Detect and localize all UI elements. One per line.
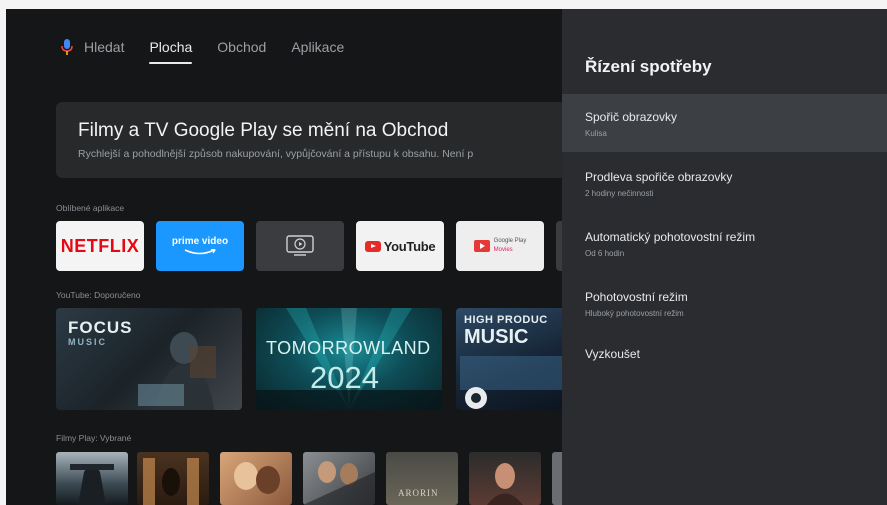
app-tile-prime-video[interactable]: prime video [156,221,244,271]
poster-figure [303,461,375,505]
setting-label: Automatický pohotovostní režim [585,230,756,244]
microphone-icon[interactable] [60,38,74,56]
video-card-tomorrowland[interactable]: TOMORROWLAND 2024 [256,308,442,410]
gplay-label-2: Movies [493,247,513,253]
top-nav: Hledat Plocha Obchod Aplikace [60,38,369,64]
power-settings-panel: Řízení spotřeby Spořič obrazovky Kulisa … [562,9,887,505]
poster-figure [234,462,280,494]
app-tile-google-play-movies[interactable]: Google Play Movies [456,221,544,271]
setting-try-it[interactable]: Vyzkoušet [562,332,887,376]
app-tile-youtube[interactable]: YouTube [356,221,444,271]
setting-standby-mode[interactable]: Pohotovostní režim Hluboký pohotovostní … [562,272,887,332]
video-title-line2: 2024 [310,360,379,395]
setting-value: Od 6 hodin [585,249,625,258]
youtube-recommended-label: YouTube: Doporučeno [56,290,141,300]
favorite-apps-label: Oblíbené aplikace [56,203,125,213]
setting-value: Hluboký pohotovostní režim [585,309,684,318]
prime-video-logo: prime video [171,236,229,247]
poster-figure [70,464,114,505]
poster-figure [143,458,199,505]
headphones-graphic [460,356,566,409]
poster-figure [487,463,523,505]
setting-screensaver[interactable]: Spořič obrazovky Kulisa [562,94,887,152]
setting-value: Kulisa [585,129,607,138]
video-title-line1: HIGH PRODUC [464,314,548,326]
setting-screensaver-delay[interactable]: Prodleva spořiče obrazovky 2 hodiny neči… [562,152,887,212]
youtube-logo: YouTube [364,238,436,254]
video-card-focus-music[interactable]: FOCUS MUSIC [56,308,242,410]
banner-title: Filmy a TV Google Play se mění na Obchod [78,120,449,141]
movie-poster[interactable] [303,452,375,505]
prime-smile-icon [184,249,216,255]
setting-auto-standby[interactable]: Automatický pohotovostní režim Od 6 hodi… [562,212,887,272]
tab-obchod[interactable]: Obchod [217,39,266,55]
app-tile-live-tv[interactable] [256,221,344,271]
banner-subtitle: Rychlejší a pohodlnější způsob nakupován… [78,148,474,160]
movie-poster[interactable] [56,452,128,505]
youtube-play-icon [364,240,381,252]
video-title-line2: MUSIC [68,337,107,347]
netflix-logo: NETFLIX [60,235,140,256]
video-title-line2: MUSIC [464,326,529,348]
nav-search[interactable]: Hledat [84,39,124,55]
movie-poster[interactable] [220,452,292,505]
setting-value: 2 hodiny nečinnosti [585,189,654,198]
gplay-label-1: Google Play [493,238,527,244]
tv-screen: Hledat Plocha Obchod Aplikace Filmy a TV… [6,9,887,505]
tab-plocha[interactable]: Plocha [149,39,192,64]
poster-title: ARORIN [398,488,439,498]
play-movies-label: Filmy Play: Vybrané [56,433,132,443]
movie-poster[interactable]: ARORIN [386,452,458,505]
video-title-line1: TOMORROWLAND [266,338,431,358]
play-movies-icon [473,240,490,252]
app-tile-netflix[interactable]: NETFLIX [56,221,144,271]
setting-label: Pohotovostní režim [585,290,688,304]
setting-label: Spořič obrazovky [585,110,678,124]
promo-banner[interactable]: Filmy a TV Google Play se mění na Obchod… [56,102,576,178]
setting-label: Vyzkoušet [585,347,640,361]
movie-poster[interactable] [469,452,541,505]
thumbnail-figure [138,332,216,410]
video-card-high-production-music[interactable]: HIGH PRODUC MUSIC [456,308,570,410]
tab-aplikace[interactable]: Aplikace [291,39,344,55]
movie-poster[interactable] [137,452,209,505]
tv-play-icon [286,235,314,256]
youtube-text: YouTube [383,238,436,254]
panel-title: Řízení spotřeby [585,57,712,76]
setting-label: Prodleva spořiče obrazovky [585,170,733,184]
